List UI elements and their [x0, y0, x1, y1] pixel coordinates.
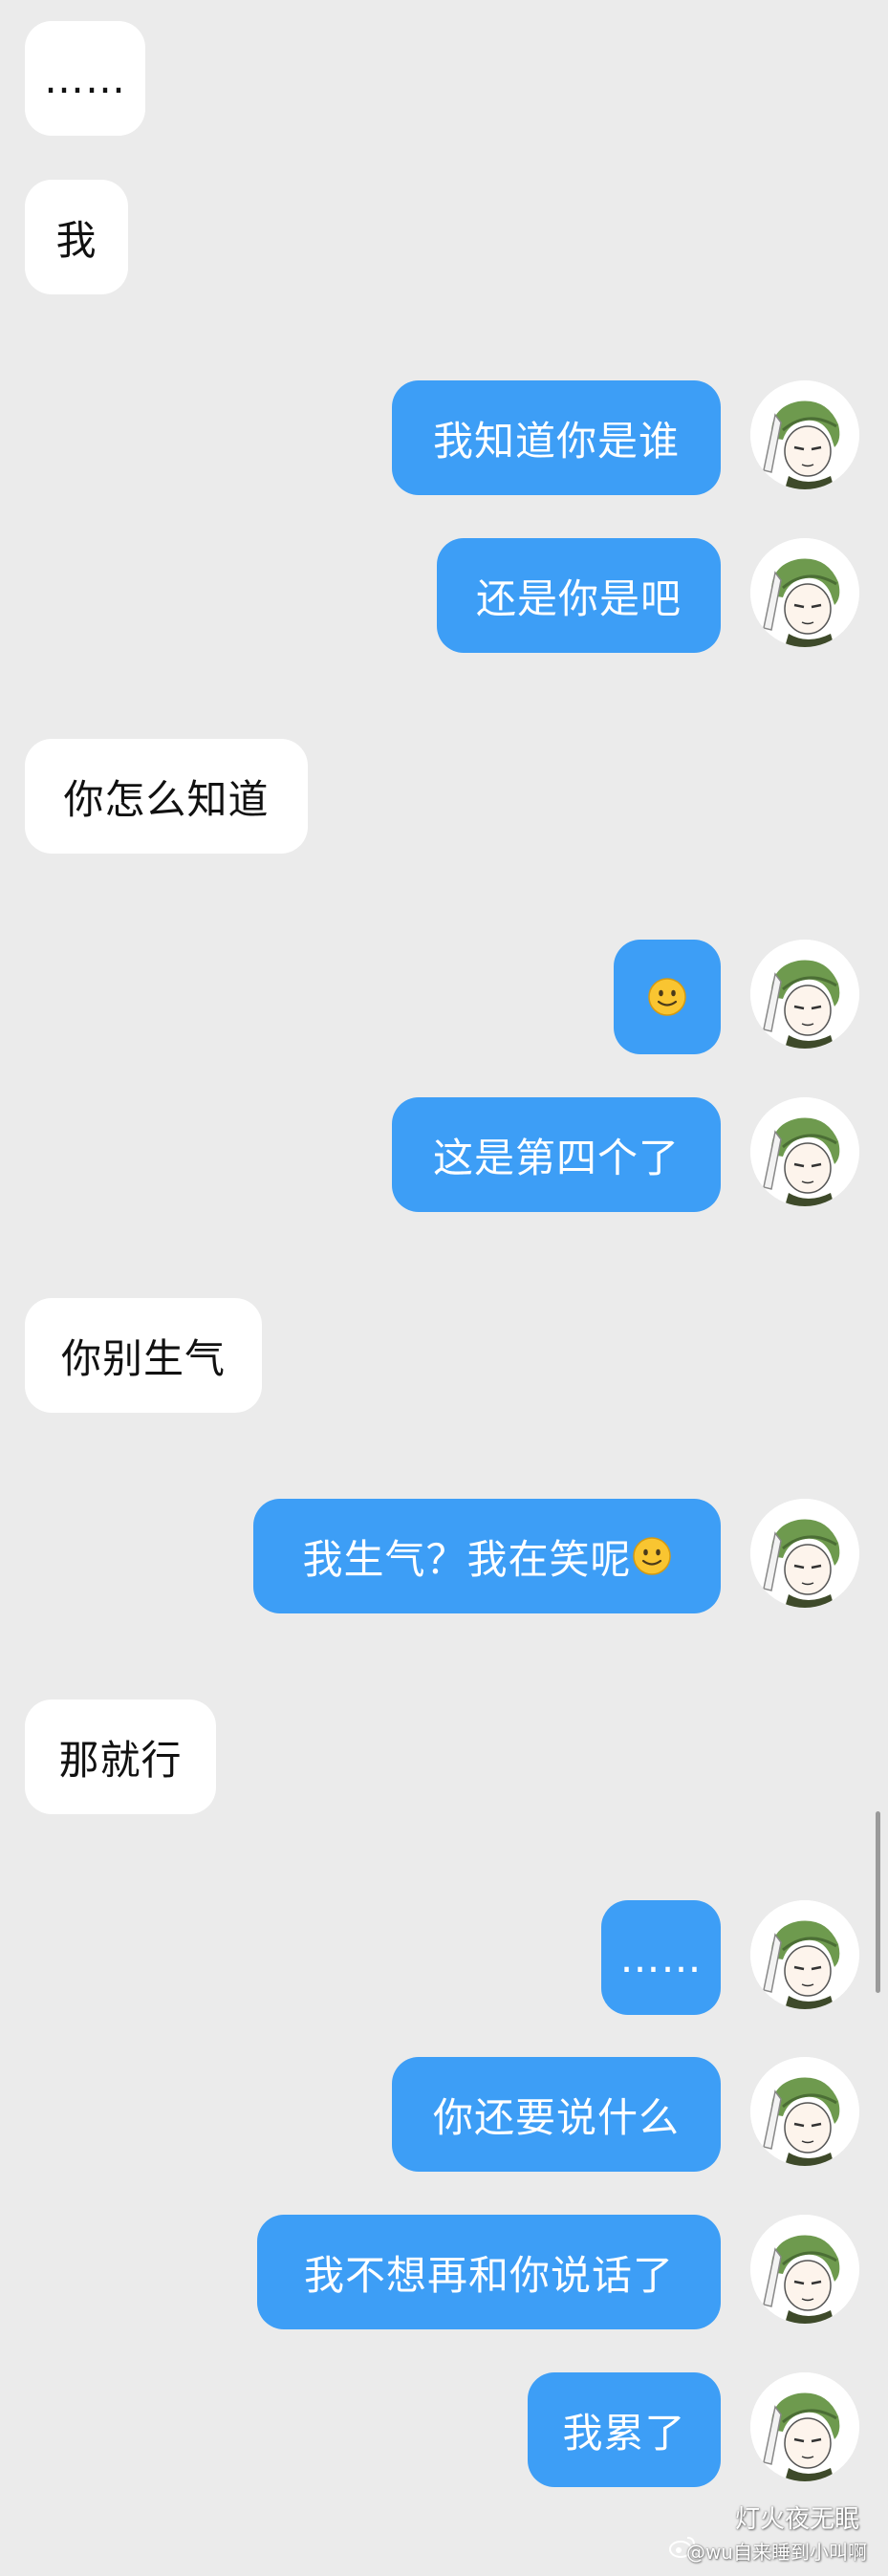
message-text: 你别生气 [60, 1334, 226, 1382]
scrollbar[interactable] [876, 1811, 880, 1993]
message-text: 你怎么知道 [63, 775, 270, 823]
smile-emoji-icon [632, 1536, 672, 1576]
message-text: 我知道你是谁 [432, 417, 680, 465]
message-row: 那就行 [0, 1699, 888, 1814]
message-row: 我生气？我在笑呢 [0, 1499, 888, 1613]
anime-character-avatar-icon [750, 2215, 859, 2324]
anime-character-avatar-icon [750, 2057, 859, 2166]
avatar[interactable] [750, 1499, 859, 1608]
message-text: 这是第四个了 [432, 1134, 680, 1181]
outgoing-message-bubble[interactable]: 你还要说什么 [392, 2057, 721, 2172]
smile-emoji-icon [647, 977, 687, 1017]
anime-character-avatar-icon [750, 1499, 859, 1608]
message-text: 我累了 [562, 2409, 686, 2457]
avatar[interactable] [750, 2215, 859, 2324]
watermark-handle: @wu自来睡到小叫啊 [685, 2541, 867, 2564]
avatar[interactable] [750, 940, 859, 1049]
message-text: 你还要说什么 [432, 2093, 680, 2141]
message-row [0, 940, 888, 1054]
message-row: …… [0, 21, 888, 136]
incoming-message-bubble[interactable]: 那就行 [25, 1699, 216, 1814]
message-row: 我不想再和你说话了 [0, 2215, 888, 2329]
message-text: 我不想再和你说话了 [303, 2251, 674, 2299]
message-row: 还是你是吧 [0, 538, 888, 653]
incoming-message-bubble[interactable]: …… [25, 21, 145, 136]
message-text: 还是你是吧 [475, 574, 682, 622]
outgoing-message-bubble[interactable]: …… [601, 1900, 721, 2015]
outgoing-message-bubble[interactable]: 我不想再和你说话了 [257, 2215, 721, 2329]
message-row: 你怎么知道 [0, 739, 888, 854]
message-row: 你还要说什么 [0, 2057, 888, 2172]
anime-character-avatar-icon [750, 2372, 859, 2481]
incoming-message-bubble[interactable]: 你别生气 [25, 1298, 262, 1413]
avatar[interactable] [750, 538, 859, 647]
incoming-message-bubble[interactable]: 你怎么知道 [25, 739, 308, 854]
message-row: …… [0, 1900, 888, 2015]
avatar[interactable] [750, 1900, 859, 2009]
message-text: 那就行 [58, 1736, 183, 1784]
outgoing-message-bubble[interactable]: 还是你是吧 [437, 538, 721, 653]
message-text: 我生气？我在笑呢 [302, 1535, 632, 1583]
message-row: 我累了 [0, 2372, 888, 2487]
anime-character-avatar-icon [750, 538, 859, 647]
message-row: 我 [0, 180, 888, 294]
outgoing-message-bubble[interactable]: 我生气？我在笑呢 [253, 1499, 721, 1613]
message-row: 你别生气 [0, 1298, 888, 1413]
anime-character-avatar-icon [750, 380, 859, 489]
watermark-title: 灯火夜无眠 [734, 2505, 859, 2534]
message-text: …… [619, 1934, 703, 1981]
message-row: 这是第四个了 [0, 1097, 888, 1212]
outgoing-message-bubble[interactable]: 我知道你是谁 [392, 380, 721, 495]
outgoing-message-bubble[interactable] [614, 940, 721, 1054]
message-text: 我 [55, 216, 97, 264]
avatar[interactable] [750, 2372, 859, 2481]
avatar[interactable] [750, 380, 859, 489]
outgoing-message-bubble[interactable]: 这是第四个了 [392, 1097, 721, 1212]
avatar[interactable] [750, 1097, 859, 1206]
chat-message-list[interactable]: …… 我 我知道你是谁 还是你是吧 你怎么知道 这是第四个了 你别生气 我生气？… [0, 0, 888, 2576]
anime-character-avatar-icon [750, 1900, 859, 2009]
watermark: 灯火夜无眠 @wu自来睡到小叫啊 [666, 2506, 867, 2569]
message-text: …… [44, 54, 126, 102]
anime-character-avatar-icon [750, 1097, 859, 1206]
avatar[interactable] [750, 2057, 859, 2166]
message-row: 我知道你是谁 [0, 380, 888, 495]
anime-character-avatar-icon [750, 940, 859, 1049]
outgoing-message-bubble[interactable]: 我累了 [528, 2372, 721, 2487]
incoming-message-bubble[interactable]: 我 [25, 180, 128, 294]
